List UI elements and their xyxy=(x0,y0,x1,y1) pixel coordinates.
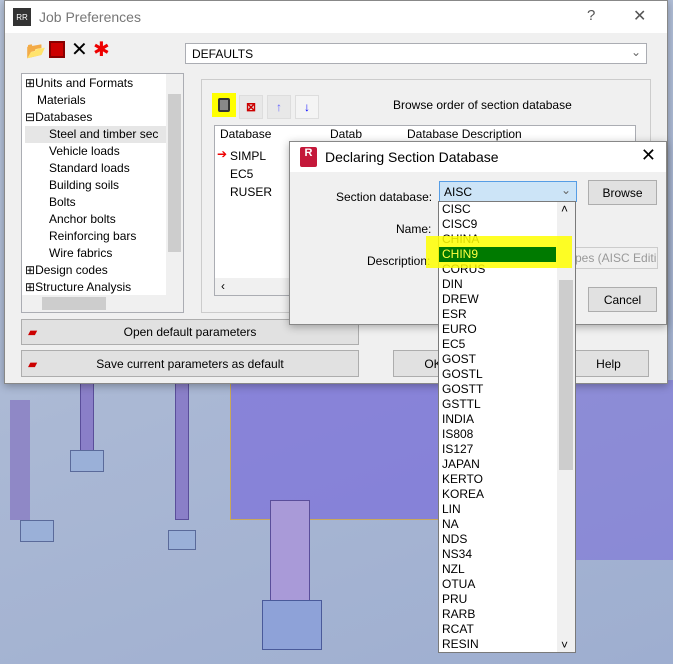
dropdown-option[interactable]: GSTTL xyxy=(439,397,575,412)
dropdown-option[interactable]: IS127 xyxy=(439,442,575,457)
dialog-title: Declaring Section Database xyxy=(325,149,499,165)
column-header[interactable]: Datab xyxy=(330,127,362,141)
dropdown-option[interactable]: JAPAN xyxy=(439,457,575,472)
browse-button[interactable]: Browse xyxy=(588,180,657,205)
app-icon: RR xyxy=(13,8,31,26)
tree-item[interactable]: ⊞Design codes xyxy=(25,262,183,279)
dropdown-option[interactable]: DIN xyxy=(439,277,575,292)
description-field[interactable]: pes (AISC Editi xyxy=(570,247,658,269)
tree-item[interactable]: ⊞Units and Formats xyxy=(25,75,183,92)
dropdown-option[interactable]: NDS xyxy=(439,532,575,547)
help-button[interactable]: Help xyxy=(568,350,649,377)
scroll-up-icon[interactable]: ˄ xyxy=(561,202,568,216)
tree-item[interactable]: Building soils xyxy=(25,177,183,194)
dropdown-option[interactable]: OTUA xyxy=(439,577,575,592)
reset-icon[interactable]: ✱ xyxy=(93,37,110,62)
tree-item[interactable]: Bolts xyxy=(25,194,183,211)
cancel-button[interactable]: Cancel xyxy=(588,287,657,312)
dropdown-option[interactable]: DREW xyxy=(439,292,575,307)
preferences-tree[interactable]: ⊞Units and Formats Materials ⊟Databases … xyxy=(21,73,184,313)
dropdown-option[interactable]: KOREA xyxy=(439,487,575,502)
dialog-close-icon[interactable]: ✕ xyxy=(641,145,656,166)
column-header[interactable]: Database xyxy=(220,127,271,141)
dropdown-option[interactable]: NS34 xyxy=(439,547,575,562)
robot-app-icon: R xyxy=(300,147,317,167)
dropdown-option[interactable]: EC5 xyxy=(439,337,575,352)
name-label: Name: xyxy=(396,222,432,236)
chevron-down-icon: ⌄ xyxy=(630,45,641,59)
preset-combo[interactable]: DEFAULTS ⌄ xyxy=(185,43,647,64)
help-title-button[interactable]: ? xyxy=(587,7,595,24)
add-database-button[interactable] xyxy=(212,93,236,117)
database-add-icon xyxy=(218,98,230,112)
tree-item[interactable]: Reinforcing bars xyxy=(25,228,183,245)
section-database-dropdown-list[interactable]: CISCCISC9CHINACHIN9CORUSDINDREWESREUROEC… xyxy=(438,201,576,653)
dropdown-option[interactable]: EURO xyxy=(439,322,575,337)
arrow-up-icon: ↑ xyxy=(276,100,282,114)
dropdown-option[interactable]: RCAT xyxy=(439,622,575,637)
dropdown-option[interactable]: GOST xyxy=(439,352,575,367)
tree-item[interactable]: Wire fabrics xyxy=(25,245,183,262)
open-params-icon: ▰ xyxy=(28,325,38,339)
remove-database-button[interactable]: ⊠ xyxy=(239,95,263,119)
delete-icon[interactable]: ✕ xyxy=(71,37,88,62)
move-up-button[interactable]: ↑ xyxy=(267,95,291,119)
section-database-combo[interactable]: AISC ⌄ xyxy=(439,181,577,202)
dropdown-option[interactable]: GOSTL xyxy=(439,367,575,382)
dropdown-option[interactable]: GOSTT xyxy=(439,382,575,397)
dropdown-option[interactable]: INDIA xyxy=(439,412,575,427)
dropdown-option[interactable]: IS808 xyxy=(439,427,575,442)
section-database-label: Section database: xyxy=(336,190,433,204)
column-header[interactable]: Database Description xyxy=(407,127,522,141)
database-remove-icon: ⊠ xyxy=(245,100,257,114)
dropdown-option[interactable]: RESIN xyxy=(439,637,575,652)
dropdown-scrollbar[interactable]: ˄ ˅ xyxy=(557,202,575,652)
selected-option-label: CHIN9 xyxy=(442,247,479,261)
dropdown-option[interactable]: CISC9 xyxy=(439,217,575,232)
save-icon[interactable] xyxy=(49,41,65,58)
window-title: Job Preferences xyxy=(39,9,141,25)
current-arrow-icon: ➔ xyxy=(217,147,228,161)
arrow-down-icon: ↓ xyxy=(304,100,310,114)
dropdown-option[interactable]: NA xyxy=(439,517,575,532)
dropdown-option[interactable]: RARB xyxy=(439,607,575,622)
tree-item[interactable]: Materials xyxy=(25,92,183,109)
table-row[interactable]: SIMPL xyxy=(230,149,266,163)
dropdown-option[interactable]: NZL xyxy=(439,562,575,577)
dropdown-option[interactable]: ESR xyxy=(439,307,575,322)
description-label: Description: xyxy=(367,254,431,268)
tree-item[interactable]: Anchor bolts xyxy=(25,211,183,228)
tree-vscrollbar[interactable] xyxy=(166,74,183,296)
move-down-button[interactable]: ↓ xyxy=(295,95,319,119)
tree-item[interactable]: Standard loads xyxy=(25,160,183,177)
open-icon[interactable]: 📂 xyxy=(26,41,46,61)
chevron-down-icon: ⌄ xyxy=(560,183,571,197)
tree-item[interactable]: ⊞Structure Analysis xyxy=(25,279,183,296)
tree-item[interactable]: Vehicle loads xyxy=(25,143,183,160)
table-row[interactable]: EC5 xyxy=(230,167,253,181)
scroll-down-icon[interactable]: ˅ xyxy=(561,638,568,652)
dropdown-option[interactable]: LIN xyxy=(439,502,575,517)
scrollbar-thumb[interactable] xyxy=(559,280,573,470)
dropdown-option[interactable]: PRU xyxy=(439,592,575,607)
browse-order-label: Browse order of section database xyxy=(393,98,572,112)
title-bar: RR Job Preferences ? ✕ xyxy=(5,1,667,33)
save-params-icon: ▰ xyxy=(28,356,38,371)
tree-item[interactable]: Steel and timber sec xyxy=(25,126,183,143)
section-database-value: AISC xyxy=(444,185,473,199)
preset-value: DEFAULTS xyxy=(192,47,254,61)
dialog-title-bar: R Declaring Section Database ✕ xyxy=(290,142,666,172)
close-button[interactable]: ✕ xyxy=(633,6,646,26)
dropdown-option[interactable]: KERTO xyxy=(439,472,575,487)
tree-item[interactable]: ⊟Databases xyxy=(25,109,183,126)
table-row[interactable]: RUSER xyxy=(230,185,272,199)
tree-hscrollbar[interactable] xyxy=(22,295,183,312)
dropdown-option[interactable]: CISC xyxy=(439,202,575,217)
save-default-parameters-button[interactable]: ▰ Save current parameters as default xyxy=(21,350,359,377)
